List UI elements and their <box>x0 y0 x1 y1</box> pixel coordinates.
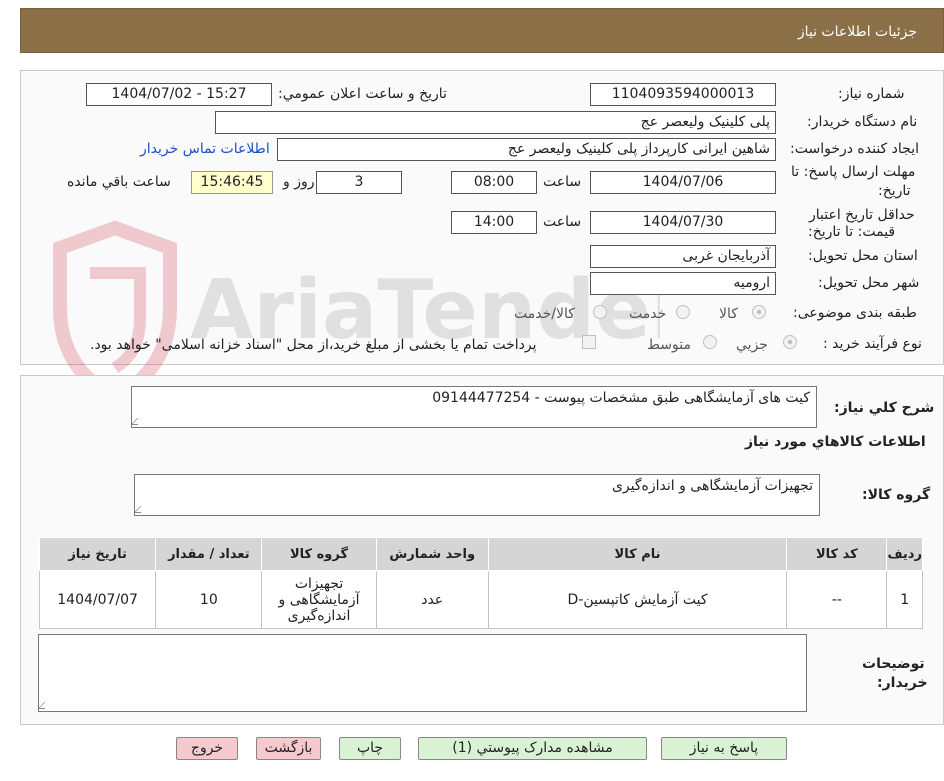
view-attachments-button[interactable]: مشاهده مدارک پیوستي (1) <box>418 737 647 760</box>
purchase-type-label: نوع فرآیند خرید : <box>823 336 922 352</box>
announce-datetime-field[interactable]: 1404/07/02 - 15:27 <box>86 83 272 106</box>
days-remaining-field[interactable]: 3 <box>316 171 402 194</box>
radio-partial[interactable] <box>783 335 797 349</box>
radio-goods-label: کالا <box>719 306 738 322</box>
goods-group-textarea[interactable]: تجهیزات آزمایشگاهی و اندازه‌گیری <box>133 474 820 516</box>
need-number-label: شماره نیاز: <box>838 86 905 102</box>
cell-group: تجهیزات آزمایشگاهی و اندازه‌گیری <box>261 570 377 629</box>
radio-medium[interactable] <box>703 335 717 349</box>
col-header-row-num: رديف <box>886 537 923 571</box>
col-header-unit: واحد شمارش <box>375 537 489 571</box>
deadline-time-field[interactable]: 08:00 <box>451 171 537 194</box>
province-field[interactable]: آذربایجان غربی <box>590 245 776 268</box>
treasury-checkbox[interactable] <box>582 335 596 349</box>
table-header-row: رديف کد کالا نام کالا واحد شمارش گروه کا… <box>38 537 923 571</box>
resize-grip-icon[interactable] <box>133 506 148 513</box>
deadline-label: مهلت ارسال پاسخ: تا <box>791 164 916 180</box>
cell-row-num: 1 <box>886 570 923 629</box>
payment-note: پرداخت تمام یا بخشی از مبلغ خرید،از محل … <box>90 337 537 353</box>
page-header: جزئیات اطلاعات نیاز <box>20 8 944 53</box>
cell-code: -- <box>786 570 888 629</box>
province-label: استان محل تحویل: <box>808 248 918 264</box>
col-header-name: نام کالا <box>487 537 788 571</box>
requester-field[interactable]: شاهین ایرانی کارپرداز پلی کلینیک ولیعصر … <box>277 138 776 161</box>
goods-group-text: تجهیزات آزمایشگاهی و اندازه‌گیری <box>611 478 813 494</box>
deadline-date-field[interactable]: 1404/07/06 <box>590 171 776 194</box>
requester-label: ایجاد کننده درخواست: <box>790 141 919 157</box>
page-title: جزئیات اطلاعات نیاز <box>797 24 917 40</box>
validity-time-label: ساعت <box>543 214 582 230</box>
resize-grip-icon[interactable] <box>130 418 145 425</box>
deadline-time-label: ساعت <box>543 174 582 190</box>
goods-info-title: اطلاعات کالاهاي مورد نياز <box>745 434 926 450</box>
announce-datetime-label: تاریخ و ساعت اعلان عمومي: <box>278 86 447 102</box>
col-header-date: تاریخ نیاز <box>38 537 157 571</box>
validity-label: حداقل تاریخ اعتبار <box>809 207 915 223</box>
goods-table: رديف کد کالا نام کالا واحد شمارش گروه کا… <box>38 537 923 629</box>
radio-service-label: خدمت <box>629 306 667 322</box>
cell-unit: عدد <box>375 570 489 629</box>
description-label: شرح کلي نياز: <box>834 400 935 416</box>
remaining-time-field: 15:46:45 <box>191 171 273 194</box>
deadline-label-date: تاریخ: <box>878 183 911 199</box>
category-label: طبقه بندی موضوعی: <box>793 305 917 321</box>
goods-group-label: گروه کالا: <box>862 487 931 503</box>
buyer-org-field[interactable]: پلی کلینیک ولیعصر عج <box>215 111 776 134</box>
buyer-org-label: نام دستگاه خریدار: <box>807 114 918 130</box>
resize-grip-icon[interactable] <box>37 702 52 709</box>
buyer-notes-label-2: خریدار: <box>877 675 928 691</box>
back-button[interactable]: بازگشت <box>256 737 321 760</box>
print-button[interactable]: چاپ <box>339 737 401 760</box>
radio-goods[interactable] <box>752 305 766 319</box>
description-textarea[interactable]: کیت های آزمایشگاهی طبق مشخصات پیوست - 09… <box>130 386 817 428</box>
need-number-field[interactable]: 1104093594000013 <box>590 83 776 106</box>
exit-button[interactable]: خروج <box>176 737 238 760</box>
buyer-contact-link[interactable]: اطلاعات تماس خریدار <box>140 141 270 157</box>
cell-date: 1404/07/07 <box>38 570 157 629</box>
col-header-group: گروه کالا <box>261 537 377 571</box>
city-label: شهر محل تحویل: <box>818 275 920 291</box>
radio-goods-service-label: کالا/خدمت <box>514 306 575 322</box>
validity-label-date: قیمت: تا تاریخ: <box>808 224 896 240</box>
remaining-time-label: ساعت باقي مانده <box>67 174 171 190</box>
validity-date-field[interactable]: 1404/07/30 <box>590 211 776 234</box>
radio-service[interactable] <box>676 305 690 319</box>
table-row[interactable]: 1 -- کیت آزمایش کاتپسین-D عدد تجهیزات آز… <box>38 570 923 629</box>
days-label: روز و <box>283 174 315 190</box>
radio-goods-service[interactable] <box>593 305 607 319</box>
cell-quantity: 10 <box>155 570 263 629</box>
buyer-notes-textarea[interactable] <box>37 634 807 712</box>
col-header-code: کد کالا <box>786 537 888 571</box>
description-text: کیت های آزمایشگاهی طبق مشخصات پیوست - 09… <box>432 390 810 406</box>
radio-partial-label: جزیي <box>736 337 768 353</box>
cell-name: کیت آزمایش کاتپسین-D <box>487 570 788 629</box>
radio-medium-label: متوسط <box>647 337 691 353</box>
reply-button[interactable]: پاسخ به نياز <box>661 737 787 760</box>
col-header-quantity: تعداد / مقدار <box>155 537 263 571</box>
validity-time-field[interactable]: 14:00 <box>451 211 537 234</box>
buyer-notes-label: توضیحات <box>862 656 925 672</box>
city-field[interactable]: ارومیه <box>590 272 776 295</box>
